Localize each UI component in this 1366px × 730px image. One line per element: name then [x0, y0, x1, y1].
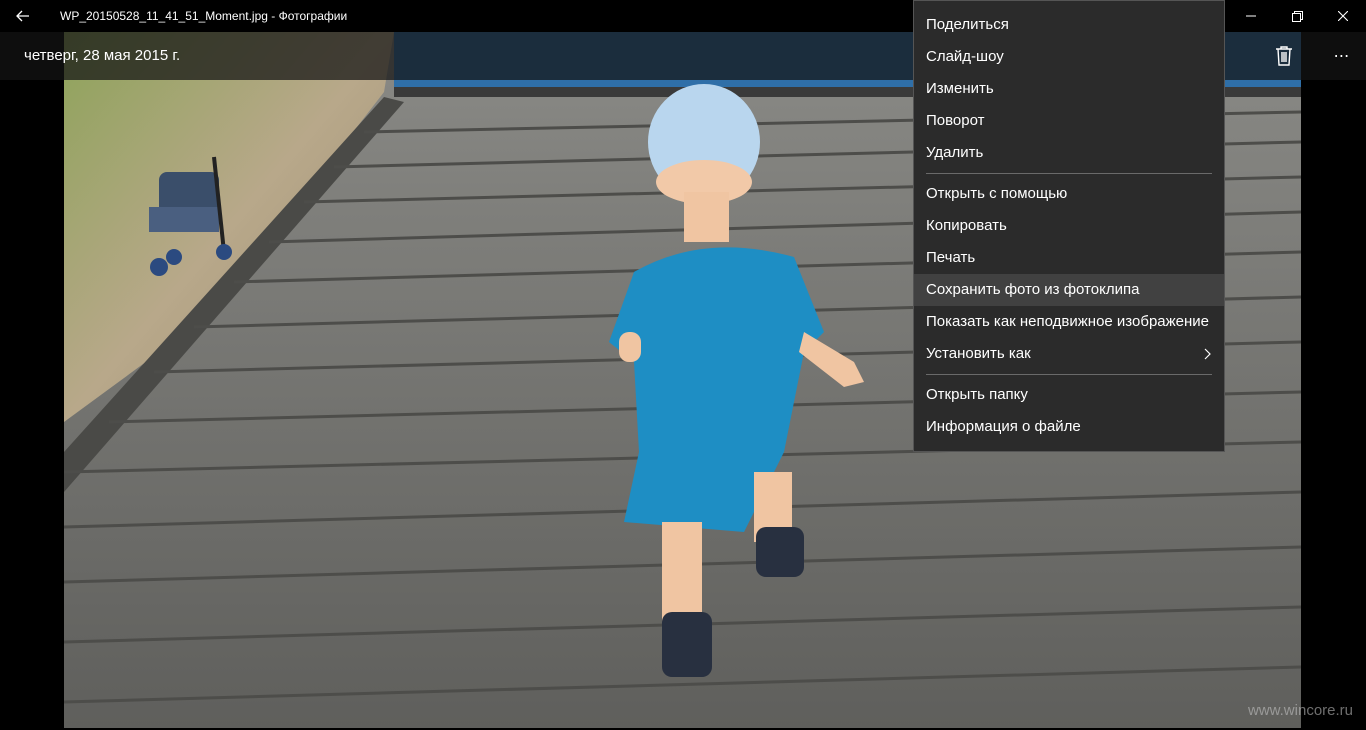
menu-item-print[interactable]: Печать — [914, 242, 1224, 274]
menu-item-show-as-still[interactable]: Показать как неподвижное изображение — [914, 306, 1224, 338]
watermark: www.wincore.ru — [1247, 702, 1353, 719]
window-title: WP_20150528_11_41_51_Moment.jpg - Фотогр… — [60, 9, 348, 23]
photo-date: четверг, 28 мая 2015 г. — [24, 47, 181, 64]
menu-item-set-as[interactable]: Установить как — [914, 338, 1224, 370]
menu-item-open-folder[interactable]: Открыть папку — [914, 379, 1224, 411]
menu-item-edit[interactable]: Изменить — [914, 73, 1224, 105]
menu-item-file-info[interactable]: Информация о файле — [914, 411, 1224, 443]
menu-separator — [926, 374, 1212, 375]
minimize-icon — [1246, 15, 1256, 17]
menu-item-open-with[interactable]: Открыть с помощью — [914, 178, 1224, 210]
context-menu: Поделиться Слайд-шоу Изменить Поворот Уд… — [913, 0, 1225, 452]
menu-item-slideshow[interactable]: Слайд-шоу — [914, 41, 1224, 73]
menu-item-copy[interactable]: Копировать — [914, 210, 1224, 242]
close-button[interactable] — [1320, 0, 1366, 32]
menu-separator — [926, 173, 1212, 174]
restore-icon — [1291, 10, 1303, 22]
back-button[interactable] — [0, 0, 46, 32]
menu-item-set-as-label: Установить как — [926, 345, 1031, 362]
menu-item-delete[interactable]: Удалить — [914, 137, 1224, 169]
photos-app-window: WP_20150528_11_41_51_Moment.jpg - Фотогр… — [0, 0, 1366, 730]
menu-item-save-photo-from-clip[interactable]: Сохранить фото из фотоклипа — [914, 274, 1224, 306]
menu-item-share[interactable]: Поделиться — [914, 9, 1224, 41]
minimize-button[interactable] — [1228, 0, 1274, 32]
more-options-button[interactable]: ⋯ — [1326, 40, 1358, 72]
menu-item-rotate[interactable]: Поворот — [914, 105, 1224, 137]
chevron-right-icon — [1204, 348, 1211, 360]
restore-button[interactable] — [1274, 0, 1320, 32]
delete-button[interactable] — [1269, 40, 1299, 72]
close-icon — [1338, 11, 1348, 21]
trash-icon — [1276, 46, 1292, 66]
arrow-left-icon — [16, 10, 29, 22]
